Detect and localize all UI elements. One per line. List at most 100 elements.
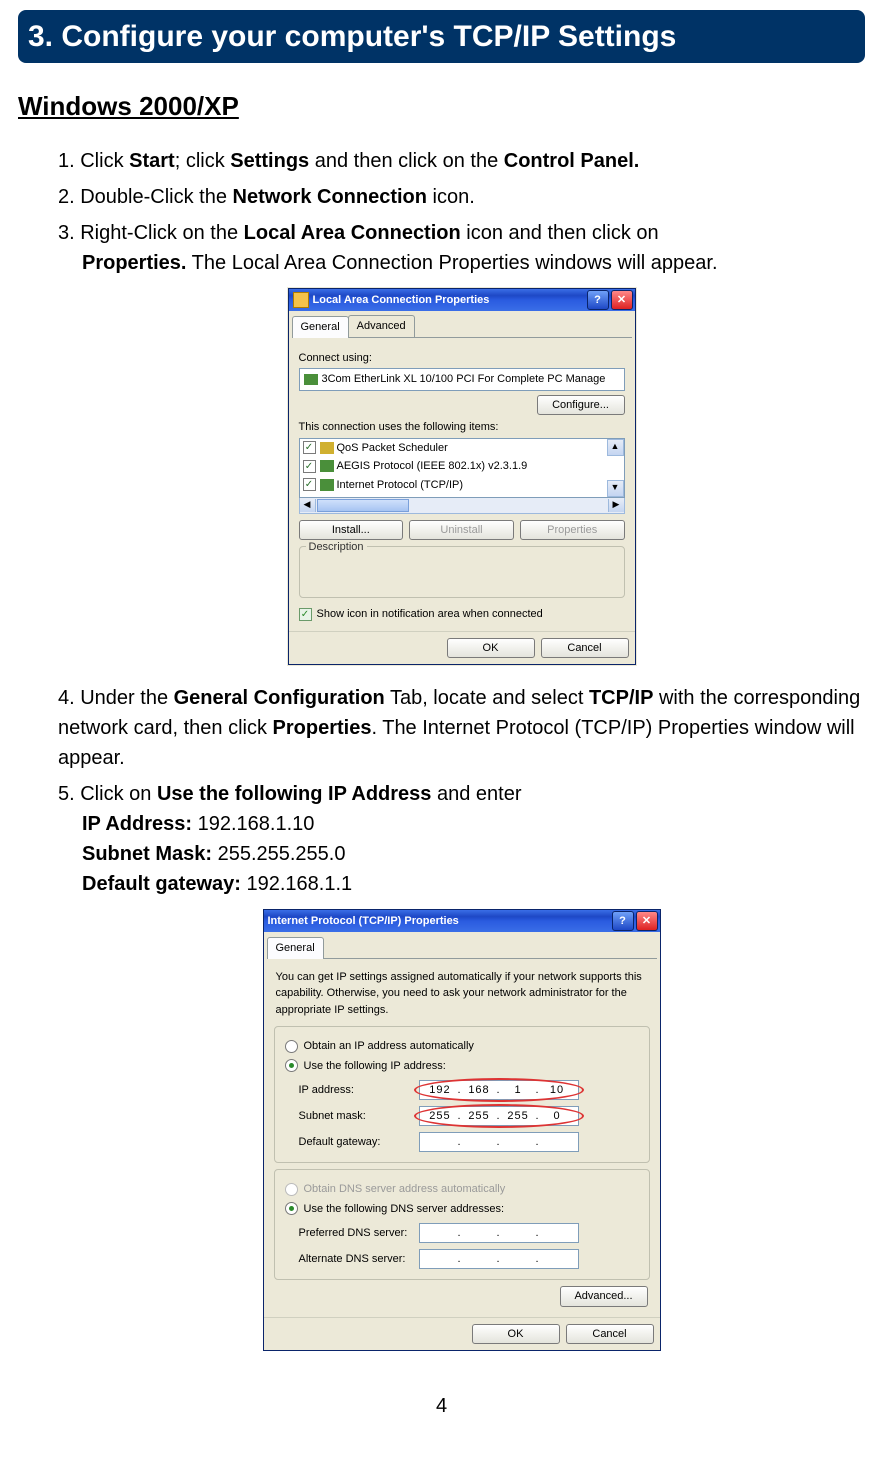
t: 192.168.1.10 — [198, 813, 315, 835]
properties-button[interactable]: Properties — [520, 520, 625, 541]
ip-address-field[interactable]: 192.168.1.10 — [419, 1080, 579, 1100]
t: IP Address: — [82, 813, 198, 835]
seg: 192 — [424, 1082, 457, 1099]
configure-button[interactable]: Configure... — [537, 395, 625, 416]
t: TCP/IP — [589, 687, 653, 709]
item-label: Internet Protocol (TCP/IP) — [337, 477, 464, 494]
step-1: 1. Click Start; click Settings and then … — [58, 146, 865, 176]
dot: . — [534, 1134, 540, 1151]
scroll-thumb[interactable] — [317, 499, 409, 512]
checkbox-icon[interactable] — [299, 608, 312, 621]
title-bar[interactable]: Local Area Connection Properties ? ✕ — [289, 289, 635, 311]
list-item[interactable]: Internet Protocol (TCP/IP) — [300, 476, 624, 495]
seg: 0 — [541, 1108, 574, 1125]
item-label: QoS Packet Scheduler — [337, 440, 448, 457]
ok-button[interactable]: OK — [472, 1324, 560, 1345]
seg: 255 — [502, 1108, 535, 1125]
radio-label: Use the following IP address: — [304, 1058, 446, 1075]
radio-icon — [285, 1059, 298, 1072]
step-2: 2. Double-Click the Network Connection i… — [58, 182, 865, 212]
close-button[interactable]: ✕ — [611, 290, 633, 310]
scroll-right-button[interactable]: ▶ — [608, 499, 624, 512]
cancel-button[interactable]: Cancel — [566, 1324, 654, 1345]
scroll-up-button[interactable]: ▲ — [607, 439, 624, 456]
window-title: Internet Protocol (TCP/IP) Properties — [268, 913, 610, 930]
cancel-button[interactable]: Cancel — [541, 638, 629, 659]
items-label: This connection uses the following items… — [299, 419, 625, 436]
tab-row: General Advanced — [292, 315, 632, 338]
radio-obtain-dns[interactable]: Obtain DNS server address automatically — [285, 1181, 639, 1198]
radio-use-ip[interactable]: Use the following IP address: — [285, 1058, 639, 1075]
t: Start — [129, 150, 175, 172]
subnet-mask-field[interactable]: 255.255.255.0 — [419, 1106, 579, 1126]
radio-label: Use the following DNS server addresses: — [304, 1201, 505, 1218]
tcpip-properties-dialog: Internet Protocol (TCP/IP) Properties ? … — [263, 909, 661, 1351]
checkbox-icon[interactable] — [303, 478, 316, 491]
t: 5. Click on — [58, 783, 157, 805]
dialog-body: You can get IP settings assigned automat… — [264, 959, 660, 1317]
checkbox-icon[interactable] — [303, 460, 316, 473]
t: The Local Area Connection Properties win… — [186, 252, 717, 274]
help-button[interactable]: ? — [587, 290, 609, 310]
advanced-button[interactable]: Advanced... — [560, 1286, 648, 1307]
uninstall-button[interactable]: Uninstall — [409, 520, 514, 541]
checkbox-icon[interactable] — [303, 441, 316, 454]
dot: . — [495, 1251, 501, 1268]
items-listbox[interactable]: QoS Packet Scheduler AEGIS Protocol (IEE… — [299, 438, 625, 498]
show-icon-label: Show icon in notification area when conn… — [317, 606, 543, 623]
t: 192.168.1.1 — [246, 873, 352, 895]
window-icon — [293, 292, 309, 308]
dns-group: Obtain DNS server address automatically … — [274, 1169, 650, 1280]
t: and enter — [431, 783, 521, 805]
scroll-left-button[interactable]: ◀ — [300, 499, 316, 512]
component-icon — [320, 460, 334, 472]
dot: . — [456, 1225, 462, 1242]
help-button[interactable]: ? — [612, 911, 634, 931]
step-5: 5. Click on Use the following IP Address… — [58, 779, 865, 899]
dialog-body: Connect using: 3Com EtherLink XL 10/100 … — [289, 338, 635, 631]
tab-advanced[interactable]: Advanced — [348, 315, 415, 337]
seg: 10 — [541, 1082, 574, 1099]
install-button[interactable]: Install... — [299, 520, 404, 541]
dialog-footer: OK Cancel — [289, 631, 635, 665]
component-icon — [320, 442, 334, 454]
t: Subnet Mask: — [82, 843, 218, 865]
radio-use-dns[interactable]: Use the following DNS server addresses: — [285, 1201, 639, 1218]
connect-using-label: Connect using: — [299, 350, 625, 367]
scroll-down-button[interactable]: ▼ — [607, 480, 624, 497]
seg: 255 — [463, 1108, 496, 1125]
alternate-dns-field[interactable]: ... — [419, 1249, 579, 1269]
t: Properties — [273, 717, 372, 739]
dot: . — [456, 1251, 462, 1268]
t: Control Panel. — [504, 150, 640, 172]
list-item[interactable]: AEGIS Protocol (IEEE 802.1x) v2.3.1.9 — [300, 457, 624, 476]
ok-button[interactable]: OK — [447, 638, 535, 659]
dot: . — [534, 1225, 540, 1242]
t: ; click — [175, 150, 231, 172]
radio-obtain-ip[interactable]: Obtain an IP address automatically — [285, 1038, 639, 1055]
t: Local Area Connection — [244, 222, 461, 244]
adapter-field[interactable]: 3Com EtherLink XL 10/100 PCI For Complet… — [299, 368, 625, 391]
seg: 168 — [463, 1082, 496, 1099]
description-group: Description — [299, 546, 625, 598]
component-icon — [320, 479, 334, 491]
radio-icon — [285, 1202, 298, 1215]
tab-general[interactable]: General — [292, 316, 349, 338]
t: icon. — [427, 186, 475, 208]
step-3: 3. Right-Click on the Local Area Connect… — [58, 218, 865, 278]
t: 1. Click — [58, 150, 129, 172]
lan-properties-dialog: Local Area Connection Properties ? ✕ Gen… — [288, 288, 636, 665]
tab-general[interactable]: General — [267, 937, 324, 959]
description-text: You can get IP settings assigned automat… — [276, 969, 648, 1019]
default-gateway-field[interactable]: ... — [419, 1132, 579, 1152]
tab-row: General — [267, 936, 657, 959]
list-item[interactable]: QoS Packet Scheduler — [300, 439, 624, 458]
preferred-dns-field[interactable]: ... — [419, 1223, 579, 1243]
t: icon and then click on — [461, 222, 659, 244]
dot: . — [456, 1134, 462, 1151]
title-bar[interactable]: Internet Protocol (TCP/IP) Properties ? … — [264, 910, 660, 932]
t: 255.255.255.0 — [218, 843, 346, 865]
show-icon-checkbox[interactable]: Show icon in notification area when conn… — [299, 606, 625, 623]
h-scrollbar[interactable]: ◀ ▶ — [299, 497, 625, 514]
close-button[interactable]: ✕ — [636, 911, 658, 931]
